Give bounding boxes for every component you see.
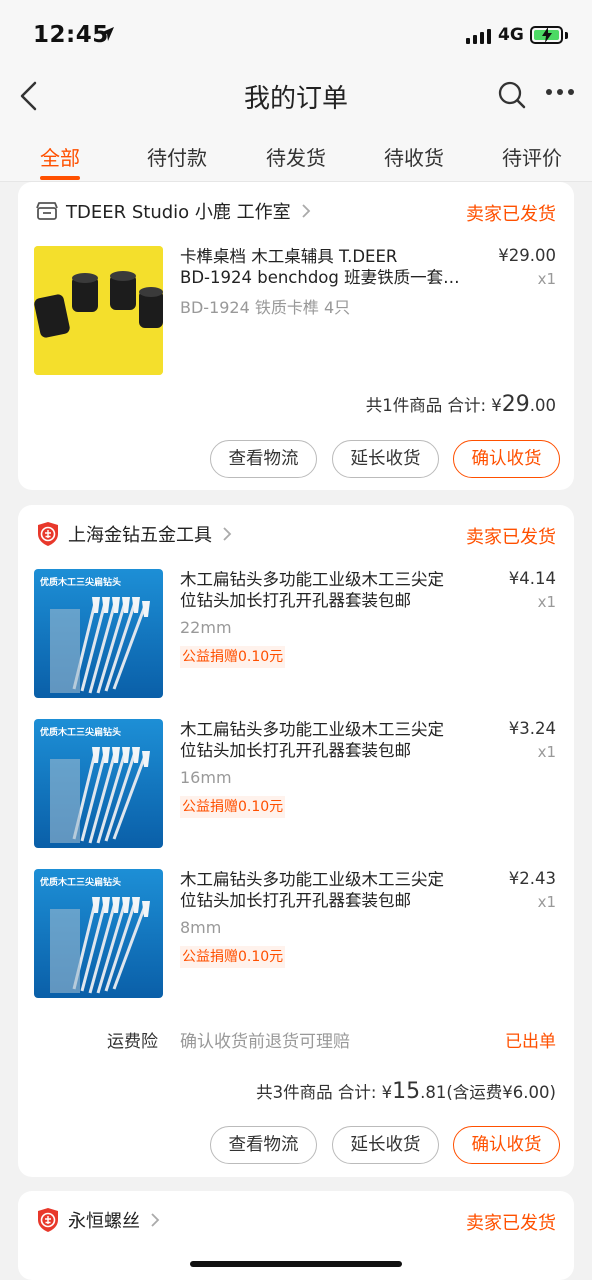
product-title-line: 木工扁钻头多功能工业级木工三尖定 [180, 570, 444, 589]
order-summary: 共3件商品 合计: ¥15.81(含运费¥6.00) [256, 1079, 556, 1104]
extend-receipt-button[interactable]: 延长收货 [332, 440, 439, 478]
charity-badge: 公益捐赠0.10元 [180, 646, 286, 668]
confirm-receipt-button[interactable]: 确认收货 [453, 1126, 560, 1164]
chevron-right-icon [151, 1213, 160, 1227]
product-title-line: 木工扁钻头多功能工业级木工三尖定 [180, 720, 444, 739]
extend-receipt-button[interactable]: 延长收货 [332, 1126, 439, 1164]
drill-bits-image: 优质木工三尖扁钻头 [34, 719, 163, 848]
product-title[interactable]: 木工扁钻头多功能工业级木工三尖定 位钻头加长打孔开孔器套装包邮 [180, 569, 470, 611]
product-price: ¥4.14 [508, 569, 556, 588]
status-time: 12:45 [33, 22, 109, 48]
shipping-insurance-text: 确认收货前退货可理赔 [180, 1032, 350, 1052]
charging-bolt-icon [542, 27, 552, 43]
status-bar: 12:45 4G [0, 0, 592, 70]
product-title-line: 木工扁钻头多功能工业级木工三尖定 [180, 870, 444, 889]
charity-badge: 公益捐赠0.10元 [180, 946, 286, 968]
product-quantity: x1 [537, 270, 556, 288]
product-title-line: 卡榫桌档 木工桌辅具 T.DEER [180, 247, 398, 266]
product-price: ¥29.00 [498, 246, 556, 265]
product-spec: 16mm [180, 768, 232, 787]
tab-pending-review[interactable]: 待评价 [477, 142, 587, 171]
product-spec: 22mm [180, 618, 232, 637]
product-price: ¥2.43 [508, 869, 556, 888]
shop-badge-icon [38, 1208, 58, 1232]
shop-name[interactable]: 上海金钻五金工具 [68, 521, 212, 547]
charity-badge: 公益捐赠0.10元 [180, 796, 286, 818]
summary-prefix: 共3件商品 合计: ¥ [256, 1083, 393, 1102]
product-quantity: x1 [537, 593, 556, 611]
product-image[interactable]: 优质木工三尖扁钻头 [34, 869, 163, 998]
product-spec: 8mm [180, 918, 222, 937]
product-price: ¥3.24 [508, 719, 556, 738]
home-indicator[interactable] [190, 1261, 402, 1267]
thumb-caption: 优质木工三尖扁钻头 [40, 576, 121, 587]
more-icon[interactable] [545, 86, 575, 98]
summary-prefix: 共1件商品 合计: ¥ [365, 396, 502, 415]
order-summary: 共1件商品 合计: ¥29.00 [366, 392, 556, 417]
location-arrow-icon [100, 27, 114, 41]
product-image[interactable]: 优质木工三尖扁钻头 [34, 569, 163, 698]
shop-name[interactable]: TDEER Studio 小鹿 工作室 [66, 198, 291, 224]
tab-pending-receipt[interactable]: 待收货 [359, 142, 469, 171]
product-title[interactable]: 卡榫桌档 木工桌辅具 T.DEER BD-1924 benchdog 班妻铁质一… [180, 246, 470, 288]
order-card: 上海金钻五金工具 卖家已发货 优质木工三尖扁钻头 木工扁钻头多功能工业级木工三尖… [18, 505, 574, 1177]
shop-header[interactable]: 永恒螺丝 [36, 1207, 160, 1233]
thumb-caption: 优质木工三尖扁钻头 [40, 876, 121, 887]
order-status: 卖家已发货 [466, 1213, 556, 1234]
tab-active-indicator [40, 176, 80, 180]
confirm-receipt-button[interactable]: 确认收货 [453, 440, 560, 478]
order-status: 卖家已发货 [466, 204, 556, 225]
drill-bits-image: 优质木工三尖扁钻头 [34, 569, 163, 698]
shop-name[interactable]: 永恒螺丝 [68, 1207, 140, 1233]
tab-pending-shipment[interactable]: 待发货 [241, 142, 351, 171]
thumb-caption: 优质木工三尖扁钻头 [40, 726, 121, 737]
shipping-insurance-status[interactable]: 已出单 [505, 1027, 556, 1052]
order-card: TDEER Studio 小鹿 工作室 卖家已发货 卡榫桌档 木工桌辅具 T.D… [18, 182, 574, 490]
summary-shipping-note: (含运费¥6.00) [446, 1083, 556, 1102]
nav-bar: 我的订单 [0, 70, 592, 120]
search-icon[interactable] [497, 80, 527, 110]
product-title-line: 位钻头加长打孔开孔器套装包邮 [180, 591, 411, 610]
tab-pending-payment[interactable]: 待付款 [122, 142, 232, 171]
drill-bits-image: 优质木工三尖扁钻头 [34, 869, 163, 998]
shipping-insurance-label: 运费险 [107, 1032, 158, 1052]
shop-badge-icon [38, 522, 58, 546]
summary-amount: 29 [501, 392, 530, 417]
cellular-signal-icon [466, 28, 491, 44]
battery-cap [565, 32, 568, 39]
product-quantity: x1 [537, 743, 556, 761]
product-title-line: 位钻头加长打孔开孔器套装包邮 [180, 741, 411, 760]
product-quantity: x1 [537, 893, 556, 911]
product-title[interactable]: 木工扁钻头多功能工业级木工三尖定 位钻头加长打孔开孔器套装包邮 [180, 719, 470, 761]
order-tabs: 全部 待付款 待发货 待收货 待评价 [0, 120, 592, 182]
product-title[interactable]: 木工扁钻头多功能工业级木工三尖定 位钻头加长打孔开孔器套装包邮 [180, 869, 470, 911]
tab-all[interactable]: 全部 [5, 142, 115, 171]
product-image[interactable] [34, 246, 163, 375]
network-type: 4G [498, 25, 524, 45]
chevron-right-icon [301, 204, 310, 218]
summary-amount-decimal: .00 [529, 396, 556, 415]
summary-amount-decimal: .81 [420, 1083, 447, 1102]
store-icon [36, 202, 58, 220]
view-logistics-button[interactable]: 查看物流 [210, 1126, 317, 1164]
product-title-line: 位钻头加长打孔开孔器套装包邮 [180, 891, 411, 910]
product-title-line: BD-1924 benchdog 班妻铁质一套… [180, 268, 460, 287]
shop-header[interactable]: TDEER Studio 小鹿 工作室 [36, 198, 311, 224]
bench-dog-image [34, 246, 163, 375]
shop-header[interactable]: 上海金钻五金工具 [36, 521, 232, 547]
summary-amount: 15 [392, 1079, 421, 1104]
product-image[interactable]: 优质木工三尖扁钻头 [34, 719, 163, 848]
product-spec: BD-1924 铁质卡榫 4只 [180, 298, 351, 317]
chevron-right-icon [223, 527, 232, 541]
order-status: 卖家已发货 [466, 527, 556, 548]
view-logistics-button[interactable]: 查看物流 [210, 440, 317, 478]
